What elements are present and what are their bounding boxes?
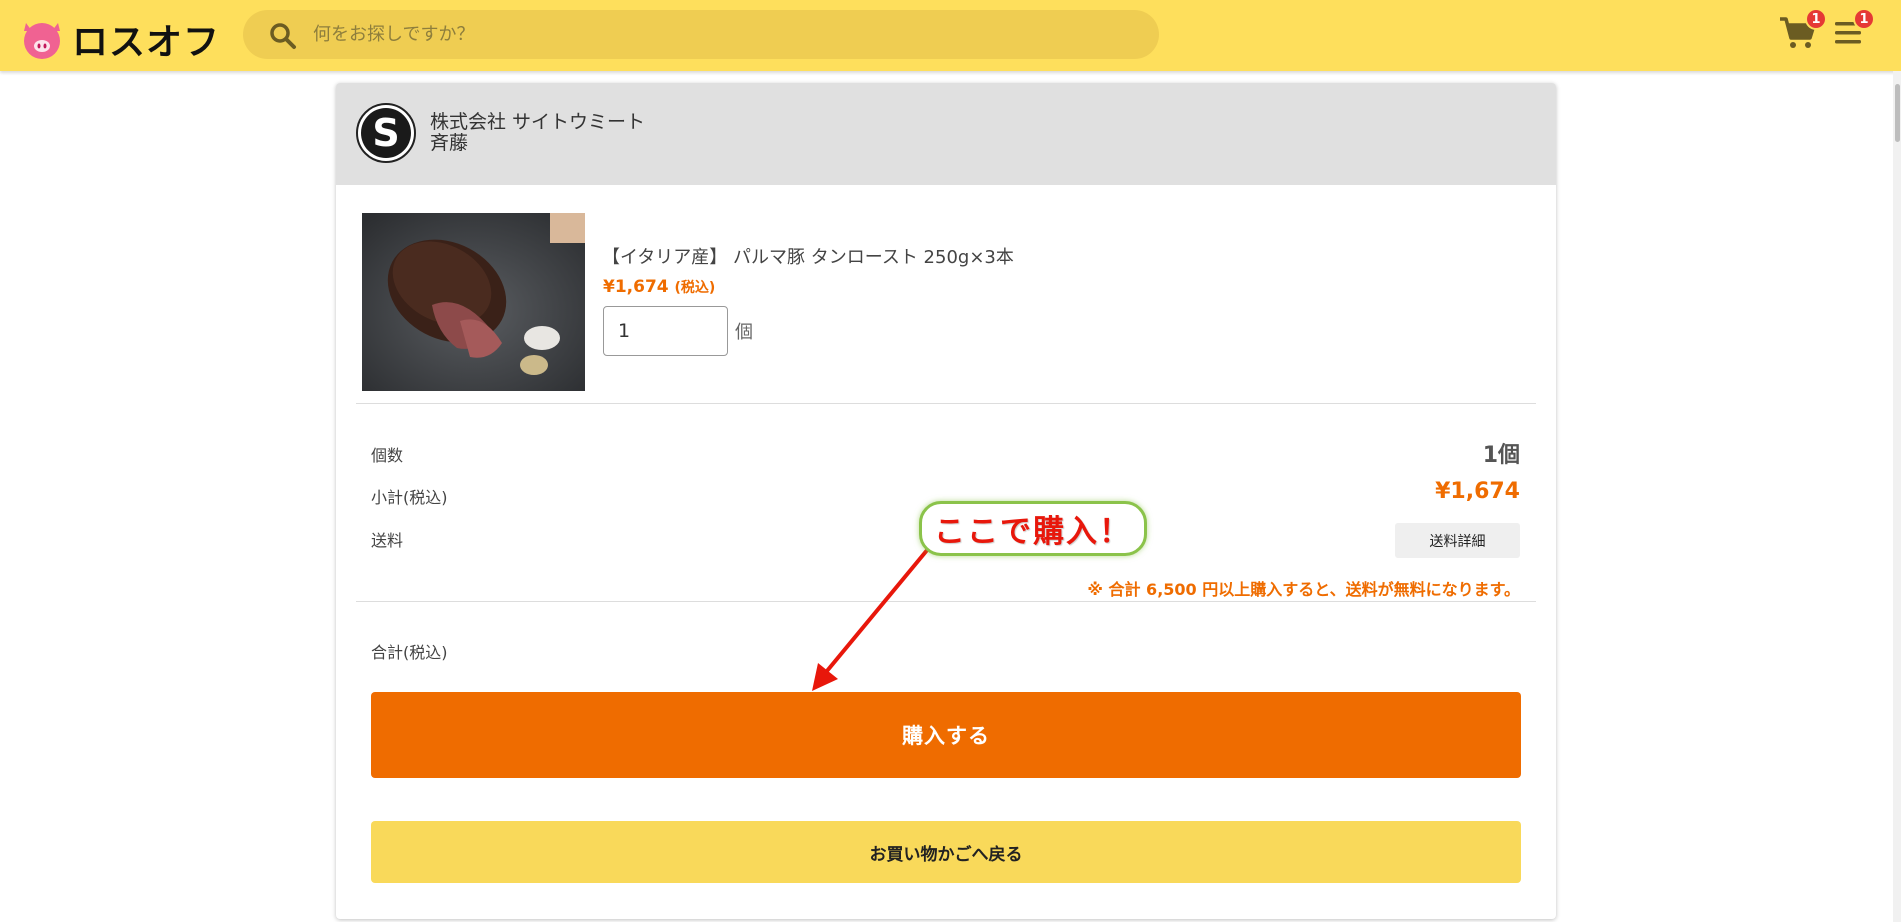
product-title[interactable]: 【イタリア産】 パルマ豚 タンロースト 250g×3本 — [602, 243, 1014, 269]
count-label: 個数 — [371, 446, 404, 465]
total-label: 合計(税込) — [371, 643, 448, 662]
cart-button[interactable]: 1 — [1779, 8, 1827, 50]
divider — [356, 403, 1536, 404]
shipping-detail-button[interactable]: 送料詳細 — [1395, 523, 1520, 558]
purchase-button[interactable]: 購入する — [371, 692, 1521, 778]
logo-text: ロスオフ — [72, 22, 221, 63]
search-bar — [243, 10, 1159, 59]
cart-badge: 1 — [1805, 8, 1827, 30]
product-price: ¥1,674 (税込) — [603, 277, 715, 297]
shop-person: 斉藤 — [430, 132, 469, 154]
site-logo[interactable]: ロスオフ — [20, 13, 220, 65]
product-price-note: (税込) — [674, 280, 716, 296]
product-photo — [362, 213, 585, 391]
subtotal-value: ¥1,674 — [1435, 479, 1520, 504]
count-value: 1個 — [1482, 443, 1520, 468]
scrollbar-track[interactable] — [1893, 71, 1901, 922]
product-image[interactable] — [362, 213, 585, 391]
menu-badge: 1 — [1853, 8, 1875, 30]
search-icon[interactable] — [269, 22, 297, 50]
shipping-note: ※ 合計 6,500 円以上購入すると、送料が無料になります。 — [1087, 580, 1520, 599]
shipping-label: 送料 — [371, 531, 404, 550]
shop-header: S 株式会社 サイトウミート 斉藤 — [336, 83, 1556, 185]
subtotal-label: 小計(税込) — [371, 488, 448, 507]
scrollbar-thumb[interactable] — [1895, 84, 1900, 142]
pig-logo-icon — [24, 23, 60, 59]
top-header: ロスオフ 1 1 — [0, 0, 1901, 71]
annotation-arrow — [812, 547, 930, 691]
shop-name[interactable]: 株式会社 サイトウミート — [430, 111, 645, 133]
back-to-cart-button[interactable]: お買い物かごへ戻る — [371, 821, 1521, 883]
shop-logo-icon: S — [356, 103, 416, 163]
divider — [356, 601, 1536, 602]
annotation-bubble: ここで購入！ — [919, 501, 1147, 556]
quantity-unit: 個 — [735, 322, 753, 343]
svg-text:S: S — [372, 111, 399, 155]
search-input[interactable] — [313, 10, 1133, 59]
annotation-text: ここで購入！ — [934, 514, 1132, 550]
product-price-value: ¥1,674 — [603, 277, 669, 297]
quantity-input[interactable] — [603, 306, 728, 356]
menu-button[interactable]: 1 — [1833, 8, 1875, 50]
